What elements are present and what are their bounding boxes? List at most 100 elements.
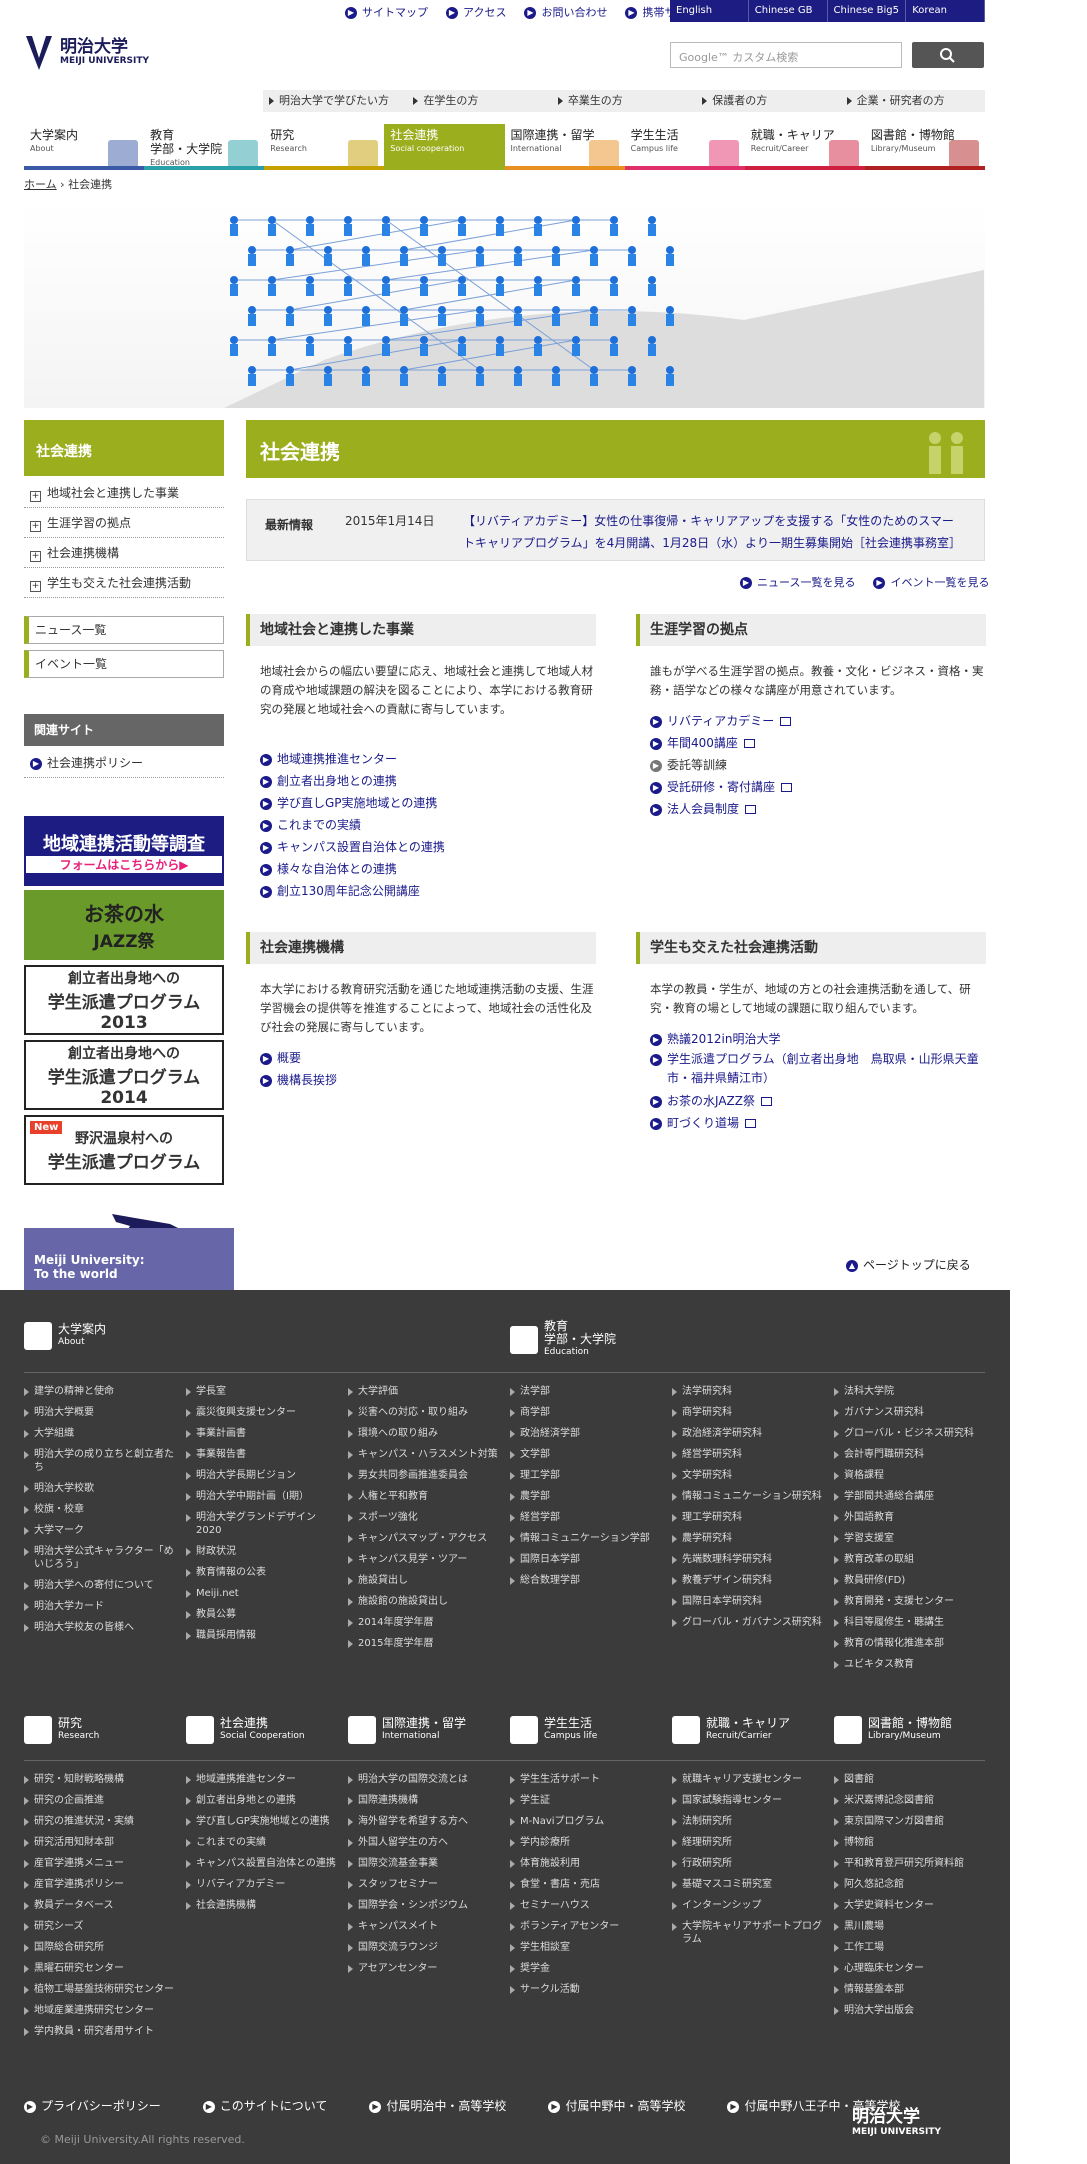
- footer-link[interactable]: 明治大学の成り立ちと創立者たち: [24, 1448, 174, 1474]
- footer-link[interactable]: 教員公募: [186, 1608, 336, 1621]
- section-link[interactable]: ▶ 法人会員制度: [650, 798, 1010, 820]
- footer-link[interactable]: ボランティアセンター: [510, 1920, 660, 1933]
- footer-link[interactable]: 研究の推進状況・実績: [24, 1815, 174, 1828]
- banner[interactable]: 地域連携活動等調査 フォームはこちらから▶: [24, 816, 224, 886]
- gnav-item[interactable]: 大学案内 About: [24, 124, 145, 170]
- section-link[interactable]: ▶ 創立130周年記念公開講座: [260, 880, 620, 902]
- footer-link[interactable]: 法制研究所: [672, 1815, 822, 1828]
- footer-link[interactable]: 明治大学への寄付について: [24, 1579, 174, 1592]
- footer-link[interactable]: 科目等履修生・聴講生: [834, 1616, 984, 1629]
- footer-link[interactable]: 明治大学長期ビジョン: [186, 1469, 336, 1482]
- section-link[interactable]: ▶ 年間400講座: [650, 732, 1010, 754]
- footer-link[interactable]: 研究・知財戦略機構: [24, 1773, 174, 1786]
- footer-link[interactable]: インターンシップ: [672, 1899, 822, 1912]
- footer-link[interactable]: 政治経済学部: [510, 1427, 660, 1440]
- footer-link[interactable]: 建学の精神と使命: [24, 1385, 174, 1398]
- footer-link[interactable]: キャンパスマップ・アクセス: [348, 1532, 498, 1545]
- footer-link[interactable]: 災害への対応・取り組み: [348, 1406, 498, 1419]
- footer-link[interactable]: 研究の企画推進: [24, 1794, 174, 1807]
- footer-link[interactable]: キャンパスメイト: [348, 1920, 498, 1933]
- gnav-item[interactable]: 研究 Research: [264, 124, 385, 170]
- footer-link[interactable]: 大学評価: [348, 1385, 498, 1398]
- footer-link[interactable]: 情報コミュニケーション学部: [510, 1532, 660, 1545]
- footer-link[interactable]: 東京国際マンガ図書館: [834, 1815, 984, 1828]
- footer-link[interactable]: 資格課程: [834, 1469, 984, 1482]
- footer-link[interactable]: 明治大学の国際交流とは: [348, 1773, 498, 1786]
- target-link[interactable]: 保護者の方: [696, 90, 840, 112]
- target-link[interactable]: 在学生の方: [407, 90, 551, 112]
- footer-link[interactable]: 食堂・書店・売店: [510, 1878, 660, 1891]
- footer-link[interactable]: 経営学研究科: [672, 1448, 822, 1461]
- footer-link[interactable]: ユビキタス教育: [834, 1658, 984, 1671]
- section-link[interactable]: ▶ 創立者出身地との連携: [260, 770, 620, 792]
- footer-link[interactable]: 総合数理学部: [510, 1574, 660, 1587]
- section-link[interactable]: ▶ これまでの実績: [260, 814, 620, 836]
- footer-link[interactable]: 法科大学院: [834, 1385, 984, 1398]
- footer-link[interactable]: 法学研究科: [672, 1385, 822, 1398]
- breadcrumb-home[interactable]: ホーム: [24, 178, 57, 191]
- language-link[interactable]: Chinese Big5: [828, 0, 907, 22]
- footer-link[interactable]: スタッフセミナー: [348, 1878, 498, 1891]
- footer-link[interactable]: 会計専門職研究科: [834, 1448, 984, 1461]
- language-link[interactable]: Korean: [906, 0, 985, 22]
- footer-link[interactable]: グローバル・ガバナンス研究科: [672, 1616, 822, 1629]
- page-top-link[interactable]: ▲ ページトップに戻る: [846, 1256, 971, 1273]
- footer-link[interactable]: Meiji.net: [186, 1587, 336, 1600]
- banner[interactable]: 創立者出身地への 学生派遣プログラム 2014: [24, 1040, 224, 1110]
- footer-link[interactable]: 国際学会・シンポジウム: [348, 1899, 498, 1912]
- footer-link[interactable]: 大学院キャリアサポートプログラム: [672, 1920, 822, 1946]
- footer-link[interactable]: 経理研究所: [672, 1836, 822, 1849]
- news-list-link[interactable]: ▶ イベント一覧を見る: [873, 574, 989, 590]
- footer-link[interactable]: 明治大学中期計画（Ⅰ期）: [186, 1490, 336, 1503]
- footer-link[interactable]: 教育の情報化推進本部: [834, 1637, 984, 1650]
- footer-link[interactable]: 国際連携機構: [348, 1794, 498, 1807]
- site-logo[interactable]: 明治大学 MEIJI UNIVERSITY: [24, 32, 149, 72]
- footer-link[interactable]: 就職キャリア支援センター: [672, 1773, 822, 1786]
- left-box-link[interactable]: ニュース一覧: [24, 616, 224, 644]
- footer-link[interactable]: 明治大学出版会: [834, 2004, 984, 2017]
- footer-link[interactable]: 学生相談室: [510, 1941, 660, 1954]
- footer-link[interactable]: 2014年度学年暦: [348, 1616, 498, 1629]
- footer-link[interactable]: グローバル・ビジネス研究科: [834, 1427, 984, 1440]
- footer-link[interactable]: 心理臨床センター: [834, 1962, 984, 1975]
- footer-link[interactable]: 明治大学公式キャラクター「めいじろう」: [24, 1545, 174, 1571]
- footer-link[interactable]: 教育開発・支援センター: [834, 1595, 984, 1608]
- footer-link[interactable]: 産官学連携メニュー: [24, 1857, 174, 1870]
- footer-link[interactable]: 植物工場基盤技術研究センター: [24, 1983, 174, 1996]
- footer-bottom-link[interactable]: ▶ このサイトについて: [202, 2097, 327, 2114]
- footer-link[interactable]: 経営学部: [510, 1511, 660, 1524]
- footer-link[interactable]: 環境への取り組み: [348, 1427, 498, 1440]
- footer-link[interactable]: 地域連携推進センター: [186, 1773, 336, 1786]
- footer-link[interactable]: キャンパス・ハラスメント対策: [348, 1448, 498, 1461]
- footer-link[interactable]: 外国語教育: [834, 1511, 984, 1524]
- footer-link[interactable]: 体育施設利用: [510, 1857, 660, 1870]
- language-link[interactable]: English: [670, 0, 749, 22]
- footer-link[interactable]: 創立者出身地との連携: [186, 1794, 336, 1807]
- footer-link[interactable]: 工作工場: [834, 1941, 984, 1954]
- news-list-link[interactable]: ▶ ニュース一覧を見る: [740, 574, 855, 590]
- footer-link[interactable]: 学習支援室: [834, 1532, 984, 1545]
- left-nav-item[interactable]: + 生涯学習の拠点: [24, 508, 224, 538]
- utility-link[interactable]: ▶ お問い合わせ: [524, 4, 607, 20]
- footer-link[interactable]: 大学史資料センター: [834, 1899, 984, 1912]
- footer-bottom-link[interactable]: ▶ プライバシーポリシー: [24, 2097, 161, 2114]
- footer-link[interactable]: 法学部: [510, 1385, 660, 1398]
- footer-link[interactable]: サークル活動: [510, 1983, 660, 1996]
- footer-link[interactable]: 外国人留学生の方へ: [348, 1836, 498, 1849]
- gnav-item[interactable]: 就職・キャリア Recruit/Career: [744, 124, 865, 170]
- gnav-item[interactable]: 学生生活 Campus life: [624, 124, 745, 170]
- gnav-item[interactable]: 国際連携・留学 International: [504, 124, 625, 170]
- footer-link[interactable]: セミナーハウス: [510, 1899, 660, 1912]
- footer-link[interactable]: 基礎マスコミ研究室: [672, 1878, 822, 1891]
- footer-link[interactable]: 国際総合研究所: [24, 1941, 174, 1954]
- footer-link[interactable]: 施設貸出し: [348, 1574, 498, 1587]
- footer-link[interactable]: 大学組織: [24, 1427, 174, 1440]
- target-link[interactable]: 卒業生の方: [552, 90, 696, 112]
- footer-link[interactable]: 2015年度学年暦: [348, 1637, 498, 1650]
- footer-link[interactable]: 教育情報の公表: [186, 1566, 336, 1579]
- section-link[interactable]: ▶ リバティアカデミー: [650, 710, 1010, 732]
- left-nav-item[interactable]: + 学生も交えた社会連携活動: [24, 568, 224, 598]
- footer-link[interactable]: 農学部: [510, 1490, 660, 1503]
- footer-link[interactable]: 明治大学グランドデザイン2020: [186, 1511, 336, 1537]
- footer-link[interactable]: 農学研究科: [672, 1532, 822, 1545]
